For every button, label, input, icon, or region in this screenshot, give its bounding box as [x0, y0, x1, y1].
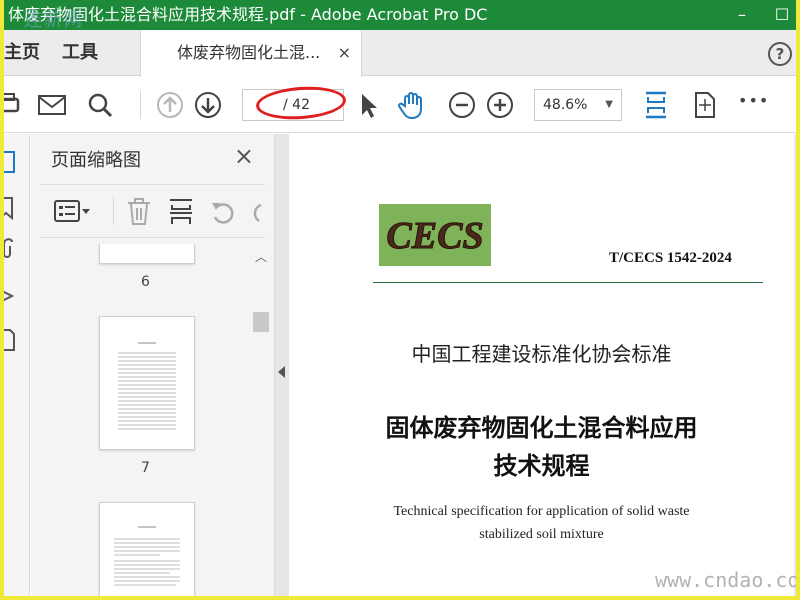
standard-number: T/CECS 1542-2024: [609, 250, 732, 266]
thumbnail-page-number: 6: [141, 274, 150, 290]
english-title-line1: Technical specification for application …: [393, 504, 690, 519]
panel-title: 页面缩略图: [51, 150, 141, 171]
panel-toolbar: [41, 184, 265, 238]
panel-splitter[interactable]: [275, 134, 289, 596]
navigation-rail: [4, 134, 30, 596]
scroll-up-icon[interactable]: ︿: [255, 248, 267, 265]
previous-page-icon[interactable]: [154, 89, 186, 121]
english-title-line2: stabilized soil mixture: [479, 527, 604, 542]
minimize-button[interactable]: –: [724, 0, 760, 30]
title-bar: 体废弃物固化土混合料应用技术规程.pdf - Adobe Acrobat Pro…: [4, 0, 796, 30]
zoom-value: 48.6%: [543, 97, 588, 113]
maximize-button[interactable]: ☐: [764, 0, 796, 30]
page-thumbnail[interactable]: [99, 502, 195, 596]
layers-icon[interactable]: [4, 284, 24, 308]
options-menu-icon[interactable]: [53, 199, 93, 225]
acrobat-window: 体废弃物固化土混合料应用技术规程.pdf - Adobe Acrobat Pro…: [4, 0, 796, 596]
thumbnails-panel: 页面缩略图 × 6 7 ︿: [31, 134, 275, 596]
tab-home[interactable]: 主页: [4, 30, 40, 76]
pdf-page: CECS T/CECS 1542-2024 中国工程建设标准化协会标准 固体废弃…: [289, 134, 796, 596]
scrollbar-thumb[interactable]: [253, 312, 269, 332]
collapse-panel-icon[interactable]: [278, 366, 286, 378]
cecs-logo-graphic: CECS: [379, 204, 491, 266]
tab-document-label: 体废弃物固化土混...: [177, 43, 321, 62]
text-thumbnail-preview: [114, 526, 180, 586]
document-title-line2: 技术规程: [493, 452, 590, 480]
thumbnail-scrollbar[interactable]: ︿: [251, 244, 269, 596]
search-icon[interactable]: [84, 89, 116, 121]
document-icon[interactable]: [4, 328, 24, 352]
attachment-icon[interactable]: [4, 238, 24, 262]
page-thumbnail[interactable]: [99, 244, 195, 264]
panel-separator: [113, 197, 114, 225]
hand-tool-icon[interactable]: [396, 89, 428, 121]
more-tools-button[interactable]: •••: [738, 91, 769, 110]
association-standard: 中国工程建设标准化协会标准: [411, 342, 672, 366]
bookmark-icon[interactable]: [4, 196, 24, 220]
toolbar-separator: [140, 91, 141, 119]
page-thumbnails-icon[interactable]: [4, 150, 24, 174]
extract-page-icon[interactable]: [167, 197, 195, 227]
toc-thumbnail-preview: [118, 342, 176, 430]
tab-bar: 主页 工具 体废弃物固化土混... × ?: [4, 30, 796, 77]
help-button[interactable]: ?: [768, 42, 792, 66]
rotate-right-icon[interactable]: [247, 197, 265, 227]
zoom-in-icon[interactable]: [484, 89, 516, 121]
logo-text: CECS: [386, 215, 483, 257]
watermark-bottom: www.cndao.com: [655, 568, 796, 592]
panel-close-button[interactable]: ×: [234, 142, 254, 170]
chevron-down-icon: ▼: [605, 99, 613, 110]
header-rule: [373, 282, 763, 283]
tab-document[interactable]: 体废弃物固化土混... ×: [140, 30, 362, 77]
next-page-icon[interactable]: [192, 89, 224, 121]
zoom-out-icon[interactable]: [446, 89, 478, 121]
tab-tools[interactable]: 工具: [62, 30, 98, 76]
document-view[interactable]: CECS T/CECS 1542-2024 中国工程建设标准化协会标准 固体废弃…: [289, 134, 796, 596]
cecs-logo: CECS: [379, 204, 491, 266]
delete-page-icon[interactable]: [125, 197, 153, 227]
mail-icon[interactable]: [36, 89, 68, 121]
full-screen-icon[interactable]: [688, 89, 720, 121]
toolbar: / 42 48.6% ▼ •••: [4, 77, 796, 133]
tab-close-button[interactable]: ×: [338, 30, 351, 76]
rotate-left-icon[interactable]: [209, 197, 237, 227]
zoom-select[interactable]: 48.6% ▼: [534, 89, 622, 121]
page-thumbnail[interactable]: [99, 316, 195, 450]
fit-width-icon[interactable]: [640, 89, 672, 121]
select-cursor-icon[interactable]: [352, 89, 384, 121]
document-title-line1: 固体废弃物固化土混合料应用: [385, 414, 698, 442]
watermark-top: 连新网: [24, 10, 84, 31]
thumbnail-page-number: 7: [141, 460, 150, 476]
print-icon[interactable]: [4, 89, 24, 121]
